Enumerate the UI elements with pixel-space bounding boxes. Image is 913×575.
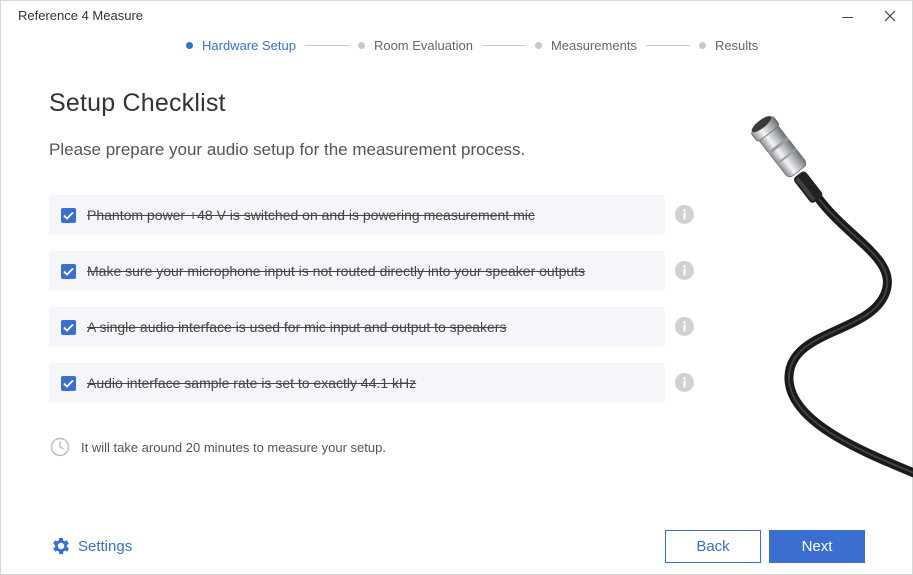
checklist-item-label: A single audio interface is used for mic… (87, 319, 507, 335)
window-title: Reference 4 Measure (18, 8, 144, 23)
checklist-item-label: Audio interface sample rate is set to ex… (87, 375, 417, 391)
checklist-checkbox[interactable] (61, 376, 76, 391)
step-room-evaluation: Room Evaluation (357, 37, 473, 53)
info-icon[interactable] (675, 261, 694, 280)
minimize-icon (841, 16, 853, 18)
time-estimate-text: It will take around 20 minutes to measur… (81, 439, 386, 455)
gear-icon (53, 537, 69, 555)
checklist-checkbox[interactable] (61, 264, 76, 279)
time-estimate-note: It will take around 20 minutes to measur… (50, 437, 386, 457)
step-results: Results (698, 37, 759, 53)
clock-icon (50, 437, 70, 457)
progress-stepper: Hardware Setup Room Evaluation Measureme… (186, 37, 758, 53)
settings-link[interactable]: Settings (50, 535, 132, 557)
back-button[interactable]: Back (665, 530, 761, 563)
step-dot (186, 41, 193, 49)
checkmark-icon (63, 323, 74, 332)
step-measurements: Measurements (534, 37, 637, 53)
step-hardware-setup: Hardware Setup (186, 38, 296, 53)
step-label: Hardware Setup (202, 37, 296, 53)
checklist-item-label: Make sure your microphone input is not r… (87, 263, 586, 279)
step-dot (534, 41, 542, 49)
minimize-button[interactable] (827, 1, 867, 31)
checklist-item-label: Phantom power +48 V is switched on and i… (87, 207, 535, 223)
step-connector (304, 44, 349, 46)
close-icon (884, 10, 896, 22)
checkmark-icon (63, 267, 74, 276)
settings-label: Settings (78, 537, 133, 555)
checklist-item: A single audio interface is used for mic… (49, 307, 694, 347)
checklist-checkbox[interactable] (61, 208, 76, 223)
step-dot (357, 41, 365, 49)
step-connector (645, 44, 690, 46)
close-button[interactable] (870, 1, 910, 31)
checklist-item: Make sure your microphone input is not r… (49, 251, 694, 291)
checkmark-icon (63, 379, 74, 388)
info-icon[interactable] (675, 373, 694, 392)
step-dot (698, 41, 706, 49)
info-icon[interactable] (675, 205, 694, 224)
setup-checklist: Phantom power +48 V is switched on and i… (49, 195, 709, 419)
title-bar: Reference 4 Measure (1, 1, 912, 31)
checklist-item: Audio interface sample rate is set to ex… (49, 363, 694, 403)
step-connector (481, 44, 526, 46)
step-label: Results (714, 37, 759, 53)
step-label: Room Evaluation (373, 37, 473, 53)
checkmark-icon (63, 211, 74, 220)
app-window: Reference 4 Measure Hardware Setup Room … (0, 0, 913, 575)
next-button[interactable]: Next (769, 530, 865, 563)
page-subtitle: Please prepare your audio setup for the … (49, 140, 526, 159)
checklist-item: Phantom power +48 V is switched on and i… (49, 195, 694, 235)
page-title: Setup Checklist (49, 89, 226, 117)
xlr-cable-illustration (751, 116, 913, 478)
step-label: Measurements (550, 37, 637, 53)
info-icon[interactable] (675, 317, 694, 336)
checklist-checkbox[interactable] (61, 320, 76, 335)
